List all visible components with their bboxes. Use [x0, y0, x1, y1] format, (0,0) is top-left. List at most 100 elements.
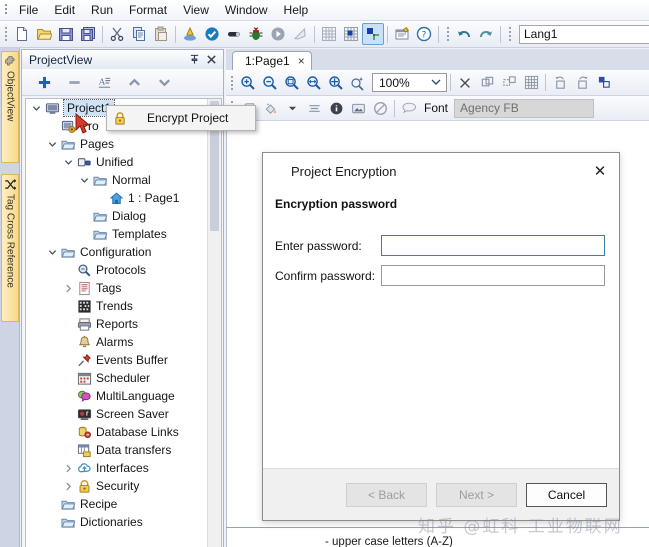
fill-dropdown-icon[interactable] — [281, 97, 303, 119]
chevron-down-icon[interactable] — [44, 136, 60, 152]
properties-window-icon[interactable] — [391, 23, 413, 45]
pin-icon[interactable] — [188, 53, 201, 66]
tooltip-icon[interactable] — [398, 97, 420, 119]
move-down-icon[interactable] — [150, 71, 178, 93]
tree-item[interactable]: Configuration — [26, 243, 221, 261]
line-style-icon[interactable] — [303, 97, 325, 119]
context-menu-item-encrypt-project[interactable]: Encrypt Project — [133, 111, 228, 125]
close-panel-icon[interactable] — [205, 53, 218, 66]
save-all-icon[interactable] — [77, 23, 99, 45]
chevron-down-icon[interactable] — [60, 154, 76, 170]
tree-item[interactable]: Scheduler — [26, 369, 221, 387]
run-play-icon[interactable] — [267, 23, 289, 45]
chevron-down-icon[interactable] — [76, 172, 92, 188]
tree-item[interactable]: Screen Saver — [26, 405, 221, 423]
chevron-right-icon[interactable] — [60, 460, 76, 476]
info-icon[interactable] — [325, 97, 347, 119]
menu-format[interactable]: Format — [121, 1, 175, 20]
tree-item[interactable]: Dialog — [26, 207, 221, 225]
menu-run[interactable]: Run — [83, 1, 121, 20]
grid-icon[interactable] — [318, 23, 340, 45]
new-document-icon[interactable] — [11, 23, 33, 45]
debug-bug-icon[interactable] — [245, 23, 267, 45]
tree-item[interactable]: Unified — [26, 153, 221, 171]
font-name-field[interactable]: Agency FB — [454, 99, 594, 118]
snap-object-icon[interactable] — [340, 23, 362, 45]
validate-check-icon[interactable] — [201, 23, 223, 45]
chevron-right-icon[interactable] — [60, 478, 76, 494]
arrange-icon[interactable] — [593, 72, 615, 94]
project-tree-list[interactable]: Project1ProPagesUnifiedNormal1 : Page1Di… — [26, 99, 221, 547]
menubar-grip[interactable] — [2, 2, 11, 18]
cut-icon[interactable] — [106, 23, 128, 45]
tree-item[interactable]: 1 : Page1 — [26, 189, 221, 207]
tree-item[interactable]: Recipe — [26, 495, 221, 513]
tree-scrollbar[interactable] — [207, 99, 221, 547]
toolbar-grip-3[interactable] — [506, 25, 514, 43]
zoom-region-icon[interactable] — [281, 72, 303, 94]
tree-item[interactable]: Templates — [26, 225, 221, 243]
copy-icon[interactable] — [128, 23, 150, 45]
confirm-password-input[interactable] — [381, 265, 605, 286]
menu-edit[interactable]: Edit — [46, 1, 83, 20]
chevron-down-icon[interactable] — [431, 78, 441, 88]
chevron-down-icon[interactable] — [44, 244, 60, 260]
rotate-left-icon[interactable] — [549, 72, 571, 94]
zoom-in-icon[interactable] — [237, 72, 259, 94]
redo-icon[interactable] — [475, 23, 497, 45]
dialog-close-button[interactable]: ✕ — [589, 161, 611, 181]
paste-icon[interactable] — [150, 23, 172, 45]
tree-item[interactable]: MultiLanguage — [26, 387, 221, 405]
tree-item[interactable]: Dictionaries — [26, 513, 221, 531]
clean-eraser-icon[interactable] — [223, 23, 245, 45]
no-fill-icon[interactable] — [369, 97, 391, 119]
add-plus-icon[interactable] — [30, 71, 58, 93]
zoom-fit-icon[interactable] — [303, 72, 325, 94]
zoom-magic-icon[interactable] — [347, 72, 369, 94]
help-circle-icon[interactable]: ? — [413, 23, 435, 45]
tree-item[interactable]: Normal — [26, 171, 221, 189]
tree-item[interactable]: Pages — [26, 135, 221, 153]
stop-icon[interactable] — [289, 23, 311, 45]
chevron-down-icon[interactable] — [28, 100, 44, 116]
context-menu[interactable]: Encrypt Project — [106, 105, 256, 131]
tree-item[interactable]: Security — [26, 477, 221, 495]
close-tab-icon[interactable]: × — [298, 54, 305, 68]
project-tree[interactable]: Project1ProPagesUnifiedNormal1 : Page1Di… — [25, 98, 222, 547]
ungroup-icon[interactable] — [498, 72, 520, 94]
group-icon[interactable] — [476, 72, 498, 94]
tree-item[interactable]: Data transfers — [26, 441, 221, 459]
zoom-toolbar-grip[interactable] — [228, 74, 236, 92]
rotate-right-icon[interactable] — [571, 72, 593, 94]
delete-x-icon[interactable] — [454, 72, 476, 94]
menu-file[interactable]: File — [11, 1, 46, 20]
toolbar-grip-2[interactable] — [444, 25, 452, 43]
menu-help[interactable]: Help — [276, 1, 317, 20]
remove-minus-icon[interactable] — [60, 71, 88, 93]
toolbar-grip-1[interactable] — [2, 25, 10, 43]
tree-item[interactable]: Database Links — [26, 423, 221, 441]
tree-item[interactable]: Tags — [26, 279, 221, 297]
save-icon[interactable] — [55, 23, 77, 45]
vtab-tag-cross-reference[interactable]: Tag Cross Reference — [1, 174, 19, 322]
table-grid-icon[interactable] — [520, 72, 542, 94]
fill-color-icon[interactable] — [259, 97, 281, 119]
rename-icon[interactable]: A — [90, 71, 118, 93]
build-icon[interactable] — [179, 23, 201, 45]
zoom-actual-icon[interactable] — [325, 72, 347, 94]
tree-item[interactable]: Reports — [26, 315, 221, 333]
tree-item[interactable]: Protocols — [26, 261, 221, 279]
next-button[interactable]: Next > — [436, 483, 517, 507]
image-icon[interactable] — [347, 97, 369, 119]
document-tab-page1[interactable]: 1:Page1 × — [232, 51, 312, 70]
open-folder-icon[interactable] — [33, 23, 55, 45]
language-selector[interactable]: Lang1 — [519, 25, 649, 44]
enter-password-input[interactable] — [381, 235, 605, 256]
zoom-level-combo[interactable]: 100% — [372, 73, 447, 92]
cancel-button[interactable]: Cancel — [526, 483, 607, 507]
move-up-icon[interactable] — [120, 71, 148, 93]
align-object-icon[interactable] — [362, 23, 384, 45]
vtab-objectview[interactable]: ObjectView — [1, 51, 19, 163]
chevron-right-icon[interactable] — [60, 280, 76, 296]
menu-window[interactable]: Window — [217, 1, 276, 20]
